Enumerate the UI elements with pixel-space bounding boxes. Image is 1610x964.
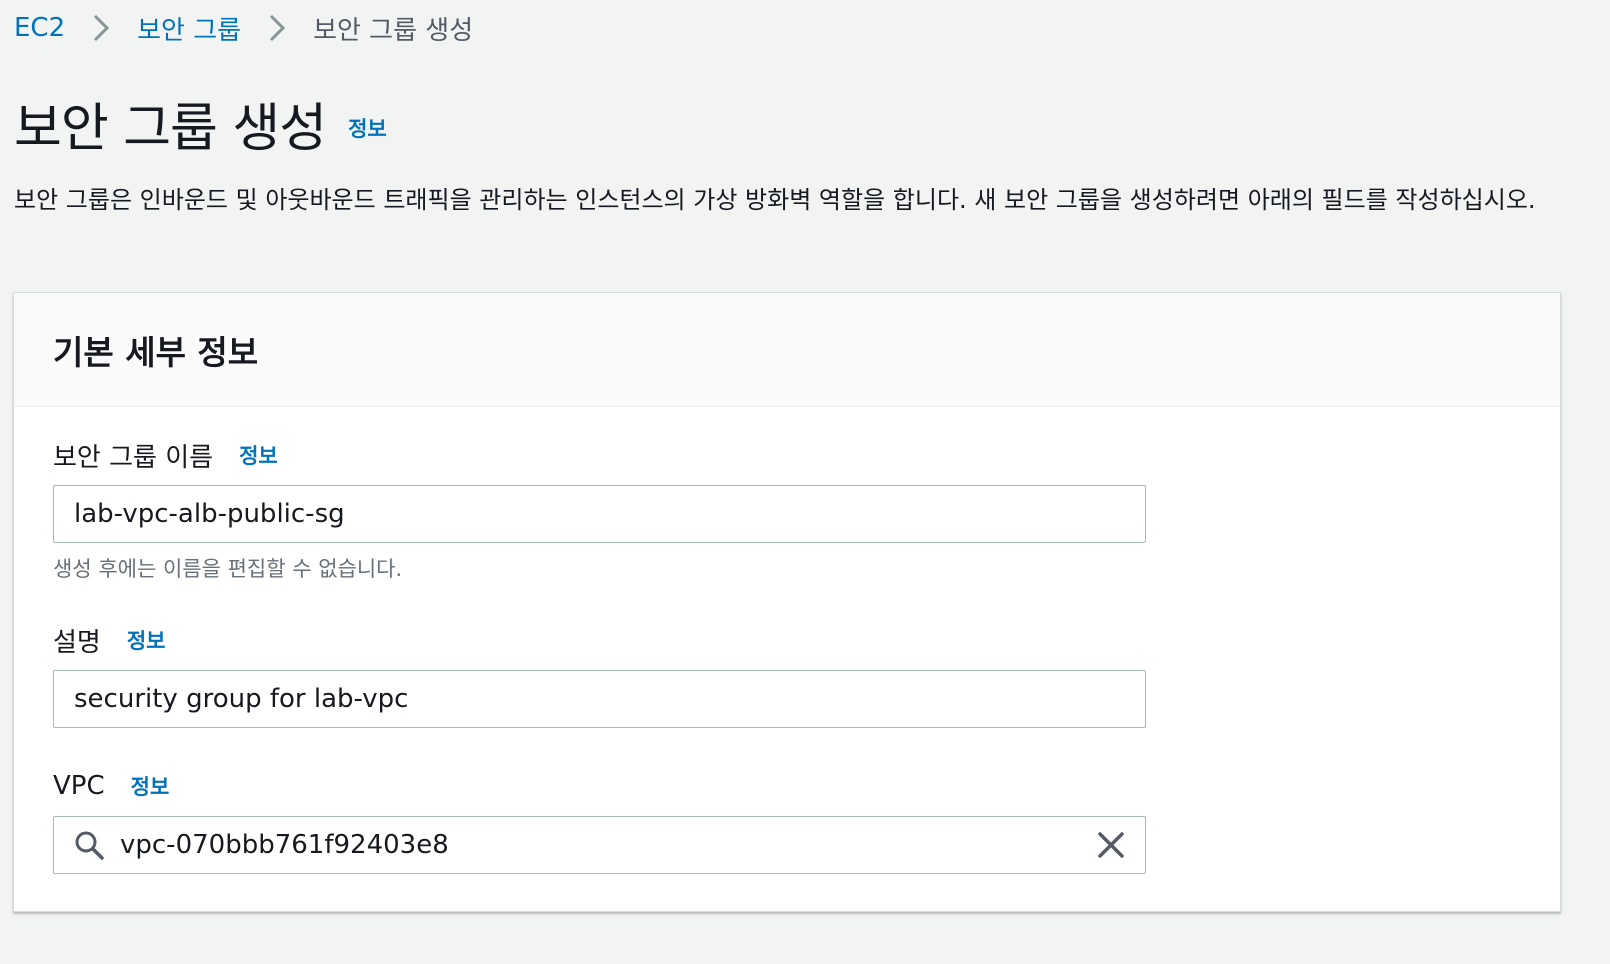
breadcrumb: EC2 보안 그룹 보안 그룹 생성 xyxy=(14,8,473,48)
vpc-info-link[interactable]: 정보 xyxy=(131,771,170,801)
vpc-label-row: VPC 정보 xyxy=(53,766,1146,806)
vpc-field: VPC 정보 xyxy=(53,766,1146,874)
vpc-label: VPC xyxy=(53,771,105,801)
close-icon[interactable] xyxy=(1095,829,1127,861)
security-group-name-hint: 생성 후에는 이름을 편집할 수 없습니다. xyxy=(53,557,403,581)
security-group-name-info-link[interactable]: 정보 xyxy=(239,440,278,470)
description-field: 설명 정보 xyxy=(53,620,1146,728)
description-input[interactable] xyxy=(53,670,1146,728)
description-label-row: 설명 정보 xyxy=(53,620,1146,660)
breadcrumb-item-current: 보안 그룹 생성 xyxy=(313,15,474,46)
chevron-right-icon xyxy=(241,8,313,48)
page-title: 보안 그룹 생성 xyxy=(14,98,327,159)
description-label: 설명 xyxy=(53,627,101,658)
security-group-name-label: 보안 그룹 이름 xyxy=(53,442,214,473)
security-group-name-label-row: 보안 그룹 이름 정보 xyxy=(53,435,1146,475)
vpc-search-input[interactable] xyxy=(120,817,1070,873)
security-group-name-input[interactable] xyxy=(53,485,1146,543)
panel-title: 기본 세부 정보 xyxy=(53,332,259,372)
page-description: 보안 그룹은 인바운드 및 아웃바운드 트래픽을 관리하는 인스턴스의 가상 방… xyxy=(14,186,1536,214)
breadcrumb-item-ec2[interactable]: EC2 xyxy=(14,13,65,43)
vpc-search-box[interactable] xyxy=(53,816,1146,874)
security-group-name-field: 보안 그룹 이름 정보 생성 후에는 이름을 편집할 수 없습니다. xyxy=(53,435,1146,583)
chevron-right-icon xyxy=(65,8,137,48)
page-info-link[interactable]: 정보 xyxy=(348,113,387,143)
breadcrumb-item-security-groups[interactable]: 보안 그룹 xyxy=(137,10,241,47)
page-header: 보안 그룹 생성 정보 xyxy=(14,88,387,159)
description-info-link[interactable]: 정보 xyxy=(127,625,166,655)
basic-details-panel: 기본 세부 정보 보안 그룹 이름 정보 생성 후에는 이름을 편집할 수 없습… xyxy=(13,292,1561,912)
panel-header: 기본 세부 정보 xyxy=(14,293,1560,407)
search-icon xyxy=(74,830,104,860)
